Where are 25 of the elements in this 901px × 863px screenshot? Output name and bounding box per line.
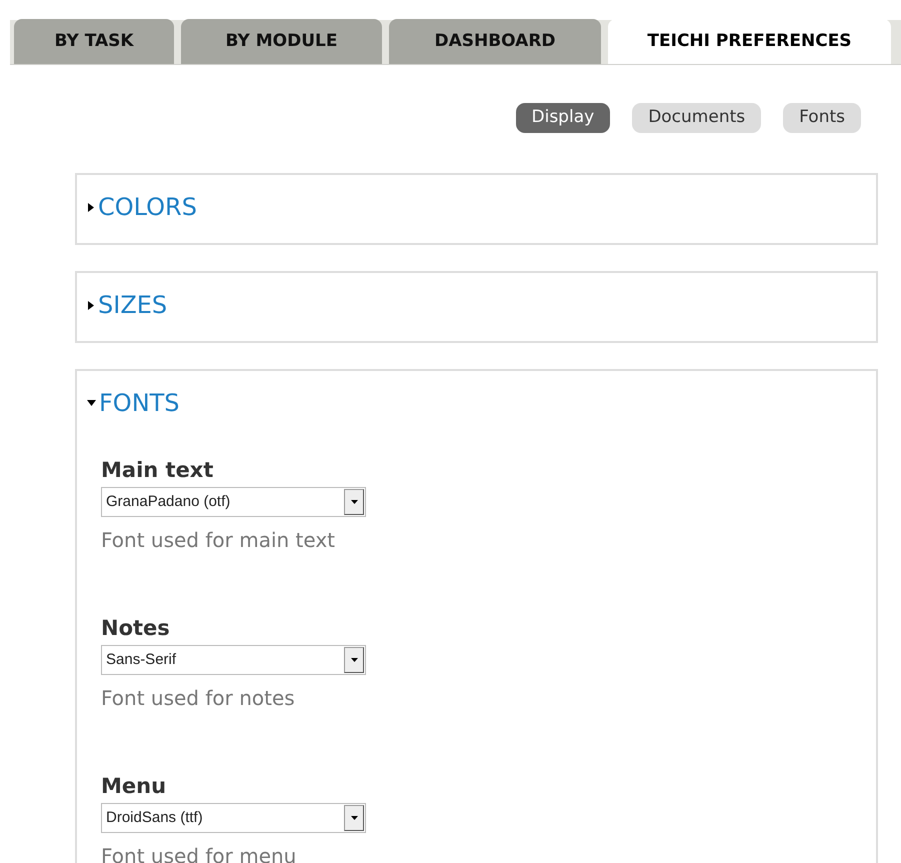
subtab[interactable]: Documents xyxy=(632,103,762,133)
dropdown-arrow-icon xyxy=(350,500,358,504)
dropdown-arrow-icon xyxy=(350,816,358,820)
field-description: Font used for menu xyxy=(101,843,298,863)
select-field[interactable]: DroidSans (ttf) xyxy=(101,803,366,833)
section-title[interactable]: SIZES xyxy=(98,287,168,323)
select-field[interactable]: GranaPadano (otf) xyxy=(101,487,366,517)
tab[interactable]: BY MODULE xyxy=(181,19,382,64)
section-title[interactable]: FONTS xyxy=(99,385,180,421)
tab[interactable]: BY TASK xyxy=(14,19,174,64)
field-label: Menu xyxy=(101,773,168,799)
subtab[interactable]: Display xyxy=(516,103,610,133)
field-label: Notes xyxy=(101,615,171,641)
section-title[interactable]: COLORS xyxy=(98,189,197,225)
field-description: Font used for main text xyxy=(101,527,336,554)
field-label: Main text xyxy=(101,457,214,483)
tab[interactable]: TEICHI PREFERENCES xyxy=(608,19,891,64)
caret-right-icon[interactable] xyxy=(88,300,94,310)
subtab[interactable]: Fonts xyxy=(783,103,861,133)
caret-right-icon[interactable] xyxy=(88,202,94,212)
select-field[interactable]: Sans-Serif xyxy=(101,645,366,675)
caret-down-icon[interactable] xyxy=(87,400,96,406)
dropdown-arrow-icon xyxy=(350,658,358,662)
field-description: Font used for notes xyxy=(101,685,296,712)
tab[interactable]: DASHBOARD xyxy=(389,19,601,64)
